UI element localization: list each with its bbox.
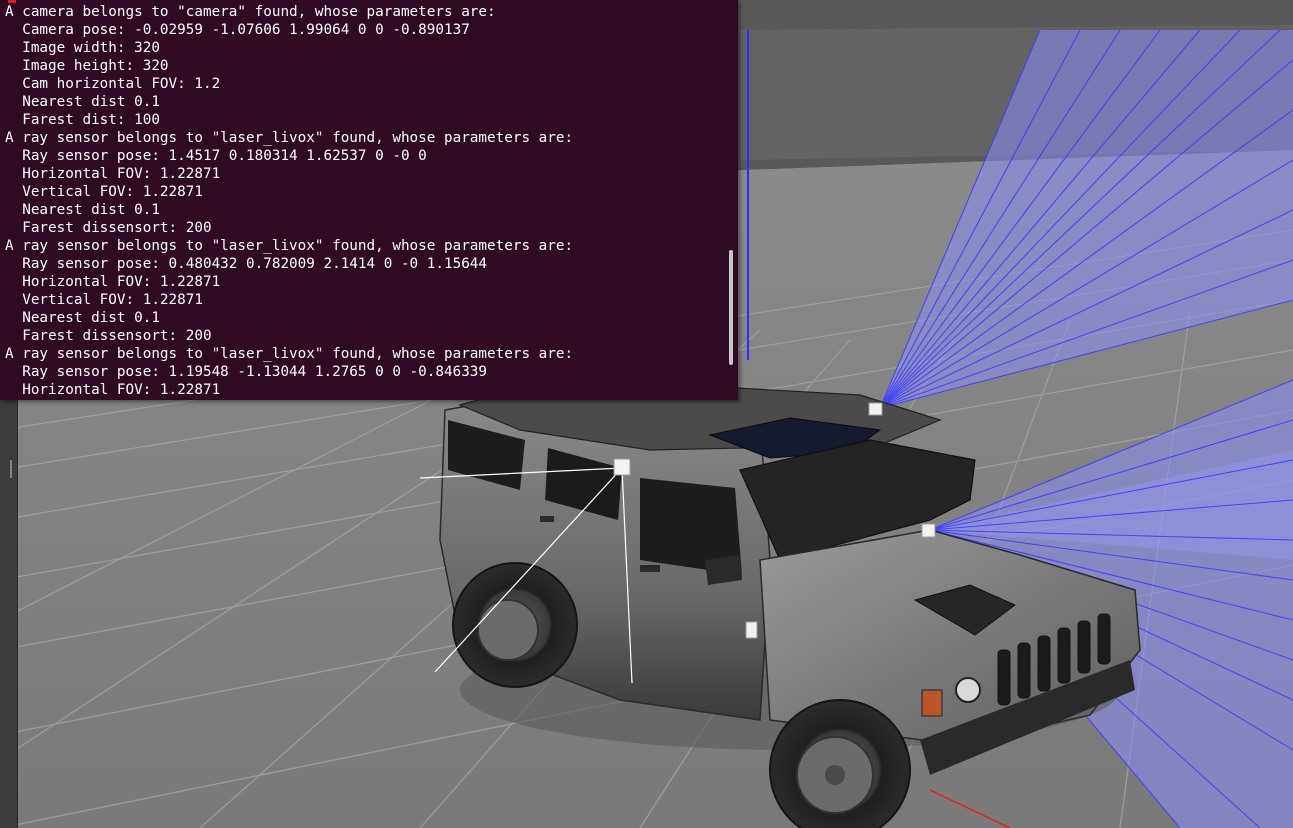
terminal-line: A ray sensor belongs to "laser_livox" fo… <box>5 346 574 362</box>
terminal-line: Farest dist: 100 <box>5 112 160 128</box>
terminal-output: A camera belongs to "camera" found, whos… <box>5 3 724 399</box>
terminal-line: Image height: 320 <box>5 58 169 74</box>
terminal-line: Nearest dist 0.1 <box>5 94 160 110</box>
terminal-line: Farest dissensort: 200 <box>5 220 212 236</box>
terminal-line: A camera belongs to "camera" found, whos… <box>5 4 496 20</box>
lidar-sensor-front[interactable] <box>921 523 936 538</box>
terminal-line: Horizontal FOV: 1.22871 <box>5 166 221 182</box>
terminal-line: Farest dissensort: 200 <box>5 328 212 344</box>
terminal-window[interactable]: A camera belongs to "camera" found, whos… <box>0 0 738 400</box>
terminal-line: Ray sensor pose: 1.19548 -1.13044 1.2765… <box>5 364 488 380</box>
terminal-line: Horizontal FOV: 1.22871 <box>5 382 221 398</box>
lidar-sensor-side[interactable] <box>745 621 758 639</box>
terminal-line: Nearest dist 0.1 <box>5 310 160 326</box>
terminal-line: Horizontal FOV: 1.22871 <box>5 274 221 290</box>
terminal-line: A ray sensor belongs to "laser_livox" fo… <box>5 130 574 146</box>
lidar-sensor-top[interactable] <box>868 402 883 416</box>
terminal-line: Image width: 320 <box>5 40 160 56</box>
terminal-line: Cam horizontal FOV: 1.2 <box>5 76 221 92</box>
terminal-line: Vertical FOV: 1.22871 <box>5 184 203 200</box>
terminal-line: A ray sensor belongs to "laser_livox" fo… <box>5 238 574 254</box>
terminal-line: Nearest dist 0.1 <box>5 202 160 218</box>
terminal-line: Ray sensor pose: 1.4517 0.180314 1.62537… <box>5 148 427 164</box>
drag-grip-icon[interactable] <box>10 460 12 478</box>
terminal-scrollbar[interactable] <box>729 250 733 365</box>
terminal-line: Ray sensor pose: 0.480432 0.782009 2.141… <box>5 256 488 272</box>
simulation-viewport[interactable]: A camera belongs to "camera" found, whos… <box>0 0 1293 828</box>
terminal-line: Vertical FOV: 1.22871 <box>5 292 203 308</box>
terminal-line: Camera pose: -0.02959 -1.07606 1.99064 0… <box>5 22 470 38</box>
